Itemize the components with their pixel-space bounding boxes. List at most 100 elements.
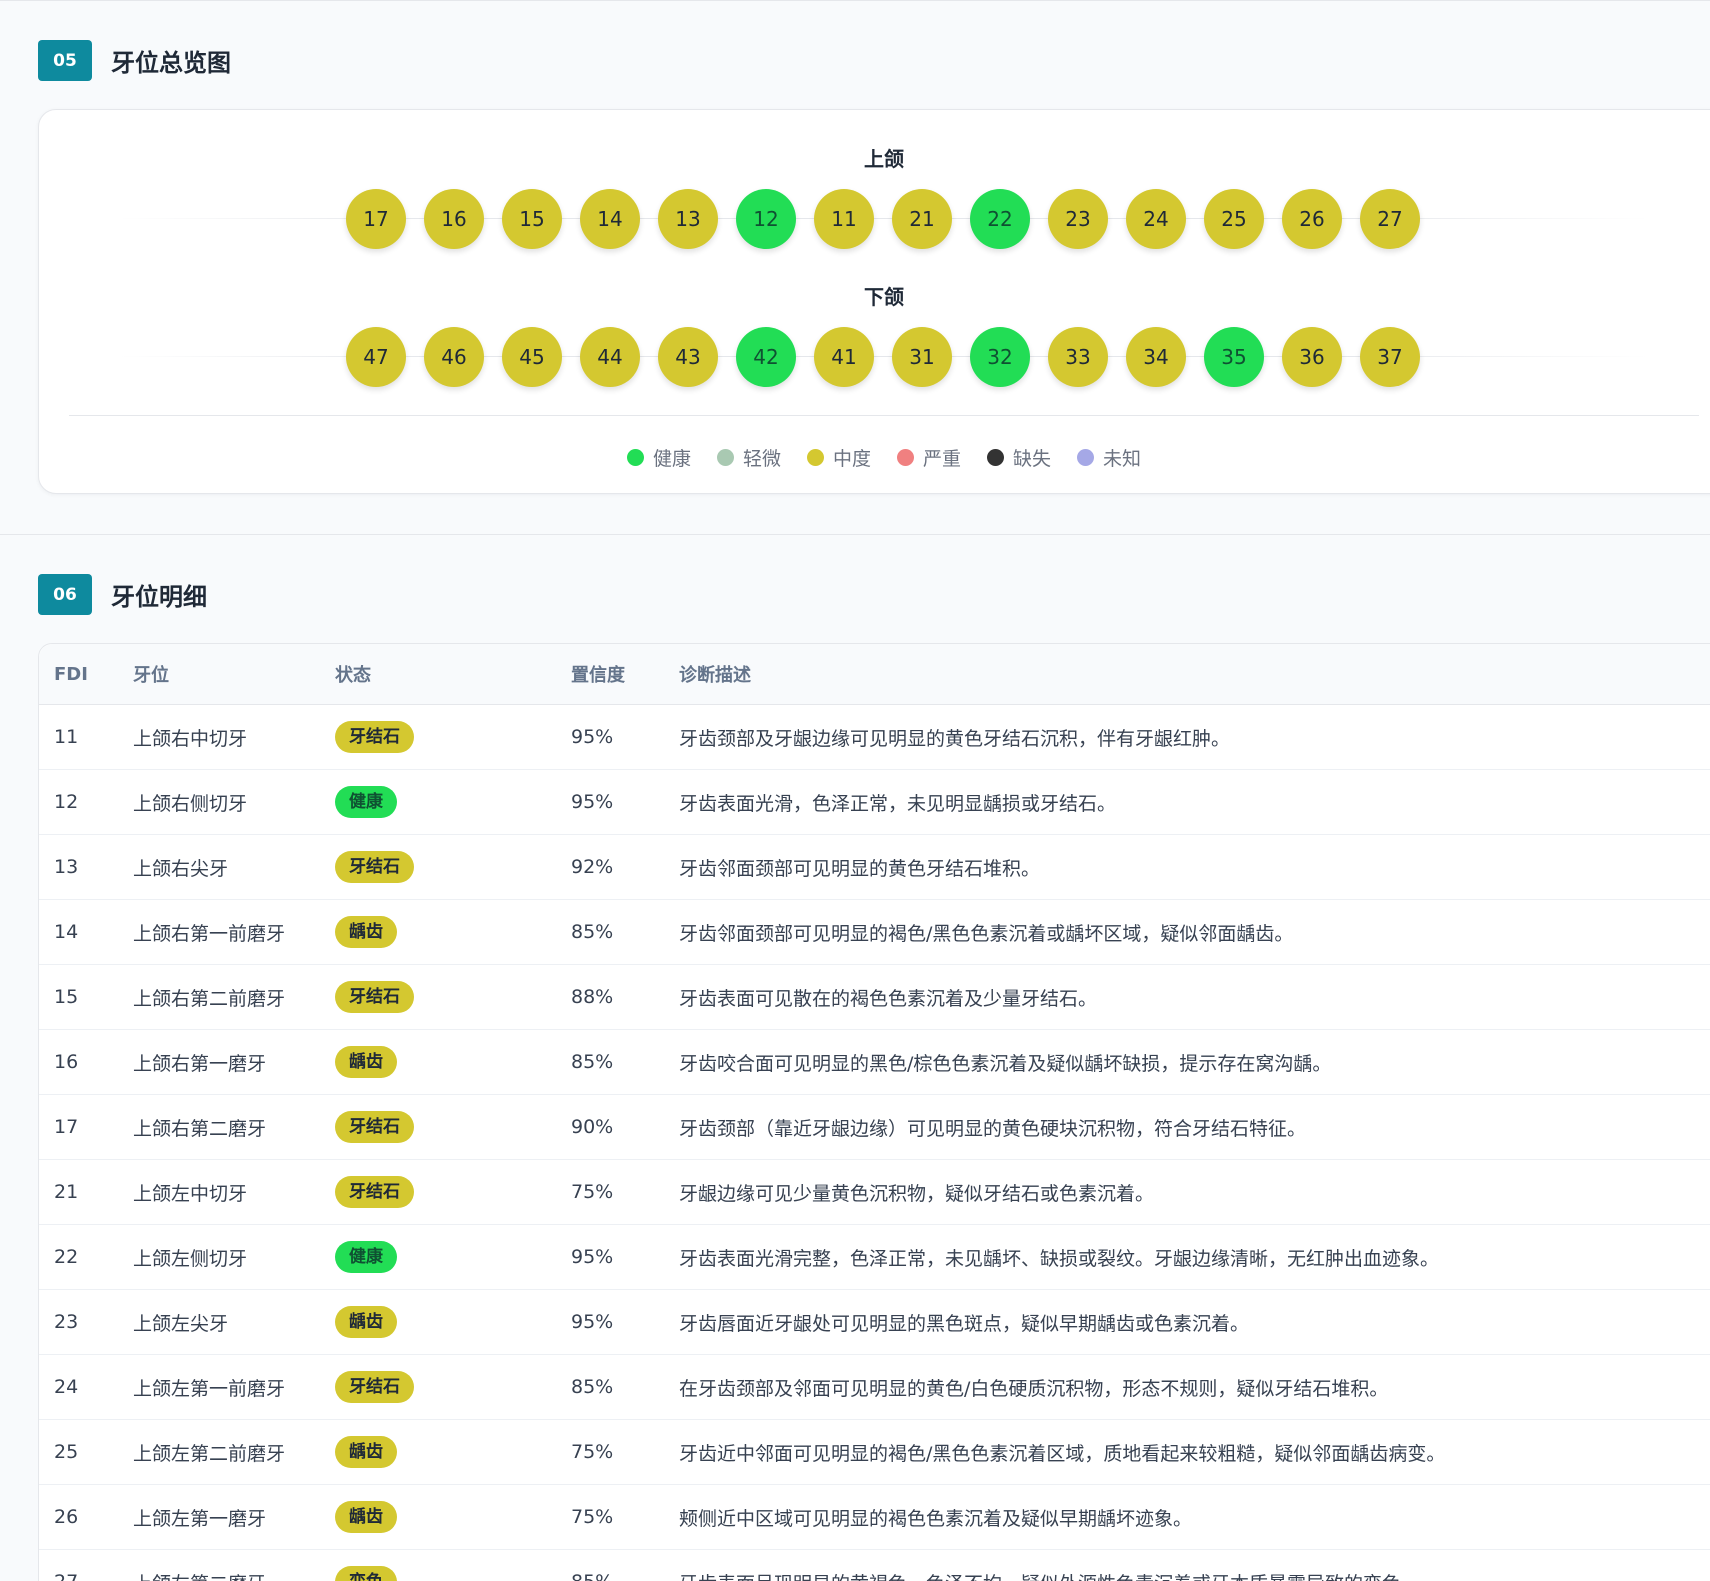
legend-dot-icon bbox=[716, 449, 734, 466]
column-header-fdi: FDI bbox=[54, 663, 88, 685]
row-state: 变色 bbox=[335, 1566, 397, 1581]
table-row[interactable]: 23 上颌左尖牙 龋齿 95% 牙齿唇面近牙龈处可见明显的黑色斑点，疑似早期龋齿或色素沉… bbox=[39, 1290, 1710, 1355]
row-state: 健康 bbox=[335, 1241, 397, 1273]
legend-label: 中度 bbox=[832, 448, 871, 470]
row-fdi: 12 bbox=[54, 791, 79, 813]
table-header: FDI 牙位 状态 置信度 诊断描述 bbox=[39, 644, 1710, 705]
overview-divider bbox=[69, 415, 1699, 416]
tooth-17[interactable]: 17 bbox=[346, 189, 406, 249]
tooth-24[interactable]: 24 bbox=[1126, 189, 1186, 249]
table-row[interactable]: 21 上颌左中切牙 牙结石 75% 牙龈边缘可见少量黄色沉积物，疑似牙结石或色素沉着。 bbox=[39, 1160, 1710, 1225]
table-row[interactable]: 22 上颌左侧切牙 健康 95% 牙齿表面光滑完整，色泽正常，未见龋坏、缺损或裂纹。牙龈… bbox=[39, 1225, 1710, 1290]
column-header-description: 诊断描述 bbox=[679, 665, 751, 686]
tooth-23[interactable]: 23 bbox=[1048, 189, 1108, 249]
lower-jaw-label: 下颌 bbox=[864, 285, 904, 309]
row-state: 龋齿 bbox=[335, 1436, 397, 1468]
row-fdi: 27 bbox=[54, 1571, 78, 1581]
tooth-26[interactable]: 26 bbox=[1282, 189, 1342, 249]
row-confidence: 95% bbox=[571, 1246, 614, 1268]
row-confidence: 88% bbox=[571, 986, 614, 1008]
status-badge: 龋齿 bbox=[335, 1306, 397, 1338]
tooth-44[interactable]: 44 bbox=[580, 327, 640, 387]
table-row[interactable]: 17 上颌右第二磨牙 牙结石 90% 牙齿颈部（靠近牙龈边缘）可见明显的黄色硬块沉积物，… bbox=[39, 1095, 1710, 1160]
row-state: 牙结石 bbox=[335, 981, 414, 1013]
row-fdi: 24 bbox=[54, 1376, 79, 1398]
row-confidence: 85% bbox=[571, 1051, 614, 1073]
row-confidence: 85% bbox=[571, 1376, 614, 1398]
tooth-47[interactable]: 47 bbox=[346, 327, 406, 387]
row-description: 在牙齿颈部及邻面可见明显的黄色/白色硬质沉积物，形态不规则，疑似牙结石堆积。 bbox=[679, 1377, 1389, 1400]
row-tooth-name: 上颌左侧切牙 bbox=[133, 1247, 248, 1270]
detail-section-header: 06 牙位明细 bbox=[38, 574, 207, 615]
table-row[interactable]: 12 上颌右侧切牙 健康 95% 牙齿表面光滑，色泽正常，未见明显龋损或牙结石。 bbox=[39, 770, 1710, 835]
row-description: 牙齿表面可见散在的褐色色素沉着及少量牙结石。 bbox=[679, 987, 1098, 1010]
tooth-34[interactable]: 34 bbox=[1126, 327, 1186, 387]
row-state: 龋齿 bbox=[335, 1501, 397, 1533]
tooth-35[interactable]: 35 bbox=[1204, 327, 1264, 387]
table-row[interactable]: 27 上颌左第二磨牙 变色 85% 牙齿表面呈现明显的黄褐色，色泽不均，疑似外源性色素沉… bbox=[39, 1550, 1710, 1581]
table-row[interactable]: 15 上颌右第二前磨牙 牙结石 88% 牙齿表面可见散在的褐色色素沉着及少量牙结石。 bbox=[39, 965, 1710, 1030]
row-tooth-name: 上颌左尖牙 bbox=[133, 1312, 229, 1335]
tooth-37[interactable]: 37 bbox=[1360, 327, 1420, 387]
tooth-45[interactable]: 45 bbox=[502, 327, 562, 387]
table-row[interactable]: 14 上颌右第一前磨牙 龋齿 85% 牙齿邻面颈部可见明显的褐色/黑色色素沉着或龋坏区域… bbox=[39, 900, 1710, 965]
tooth-12[interactable]: 12 bbox=[736, 189, 796, 249]
row-tooth-name: 上颌左第二磨牙 bbox=[133, 1569, 266, 1581]
status-badge: 牙结石 bbox=[335, 851, 414, 883]
tooth-detail-table: FDI 牙位 状态 置信度 诊断描述 11 上颌右中切牙 牙结石 95% 牙齿颈部及牙龈… bbox=[38, 643, 1710, 1581]
upper-jaw-label: 上颌 bbox=[864, 147, 904, 171]
row-state: 牙结石 bbox=[335, 1371, 414, 1403]
row-fdi: 25 bbox=[54, 1441, 79, 1463]
tooth-13[interactable]: 13 bbox=[658, 189, 718, 249]
row-tooth-name: 上颌右中切牙 bbox=[133, 727, 248, 750]
row-fdi: 11 bbox=[54, 726, 79, 748]
status-badge: 牙结石 bbox=[335, 1176, 414, 1208]
row-state: 健康 bbox=[335, 786, 397, 818]
row-confidence: 95% bbox=[571, 791, 614, 813]
tooth-15[interactable]: 15 bbox=[502, 189, 562, 249]
tooth-16[interactable]: 16 bbox=[424, 189, 484, 249]
tooth-25[interactable]: 25 bbox=[1204, 189, 1264, 249]
upper-teeth: 17 16 15 14 13 12 11 21 22 23 24 25 26 27 bbox=[346, 189, 1420, 249]
row-fdi: 26 bbox=[54, 1506, 79, 1528]
status-badge: 龋齿 bbox=[335, 1436, 397, 1468]
table-row[interactable]: 13 上颌右尖牙 牙结石 92% 牙齿邻面颈部可见明显的黄色牙结石堆积。 bbox=[39, 835, 1710, 900]
legend-item: 缺失 bbox=[987, 444, 1051, 471]
row-confidence: 90% bbox=[571, 1116, 614, 1138]
table-row[interactable]: 24 上颌左第一前磨牙 牙结石 85% 在牙齿颈部及邻面可见明显的黄色/白色硬质沉积物，… bbox=[39, 1355, 1710, 1420]
table-row[interactable]: 11 上颌右中切牙 牙结石 95% 牙齿颈部及牙龈边缘可见明显的黄色牙结石沉积，伴有牙龈… bbox=[39, 705, 1710, 770]
legend-dot-icon bbox=[626, 449, 644, 466]
tooth-46[interactable]: 46 bbox=[424, 327, 484, 387]
tooth-11[interactable]: 11 bbox=[814, 189, 874, 249]
row-state: 龋齿 bbox=[335, 1306, 397, 1338]
row-state: 牙结石 bbox=[335, 851, 414, 883]
lower-tooth-row: 47 46 45 44 43 42 41 31 32 33 34 35 36 37 bbox=[39, 327, 1710, 387]
row-confidence: 85% bbox=[571, 1571, 613, 1581]
row-confidence: 75% bbox=[571, 1506, 614, 1528]
tooth-14[interactable]: 14 bbox=[580, 189, 640, 249]
column-header-confidence: 置信度 bbox=[571, 665, 625, 686]
tooth-22[interactable]: 22 bbox=[970, 189, 1030, 249]
tooth-42[interactable]: 42 bbox=[736, 327, 796, 387]
status-badge: 牙结石 bbox=[335, 981, 414, 1013]
detail-section-number: 06 bbox=[38, 574, 92, 615]
status-badge: 牙结石 bbox=[335, 721, 414, 753]
tooth-27[interactable]: 27 bbox=[1360, 189, 1420, 249]
status-badge: 龋齿 bbox=[335, 1046, 397, 1078]
tooth-33[interactable]: 33 bbox=[1048, 327, 1108, 387]
tooth-43[interactable]: 43 bbox=[658, 327, 718, 387]
legend-label: 轻微 bbox=[742, 448, 781, 470]
row-confidence: 95% bbox=[571, 726, 614, 748]
tooth-32[interactable]: 32 bbox=[970, 327, 1030, 387]
table-row[interactable]: 16 上颌右第一磨牙 龋齿 85% 牙齿咬合面可见明显的黑色/棕色色素沉着及疑似龋坏缺损… bbox=[39, 1030, 1710, 1095]
table-row[interactable]: 26 上颌左第一磨牙 龋齿 75% 颊侧近中区域可见明显的褐色色素沉着及疑似早期龋坏迹象… bbox=[39, 1485, 1710, 1550]
tooth-36[interactable]: 36 bbox=[1282, 327, 1342, 387]
tooth-41[interactable]: 41 bbox=[814, 327, 874, 387]
table-row[interactable]: 25 上颌左第二前磨牙 龋齿 75% 牙齿近中邻面可见明显的褐色/黑色色素沉着区域，质地… bbox=[39, 1420, 1710, 1485]
tooth-31[interactable]: 31 bbox=[892, 327, 952, 387]
row-confidence: 95% bbox=[571, 1311, 614, 1333]
legend-dot-icon bbox=[806, 449, 824, 466]
row-tooth-name: 上颌右第二前磨牙 bbox=[133, 987, 286, 1010]
tooth-21[interactable]: 21 bbox=[892, 189, 952, 249]
row-fdi: 23 bbox=[54, 1311, 79, 1333]
